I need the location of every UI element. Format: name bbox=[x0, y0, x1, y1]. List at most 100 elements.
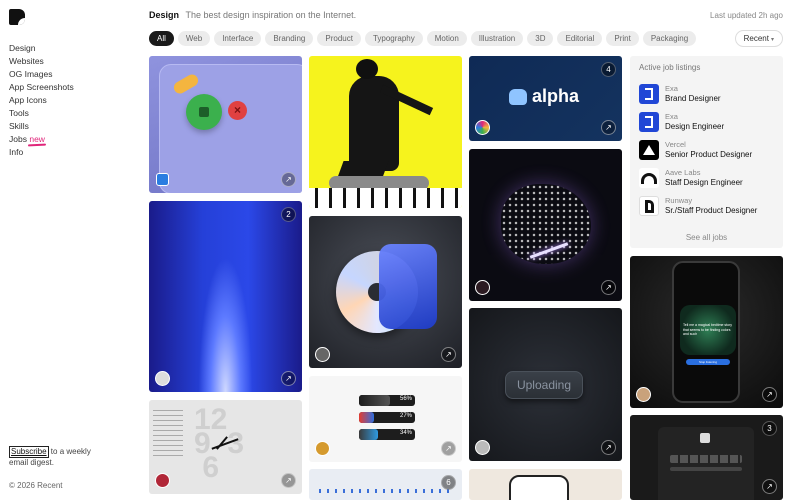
alpha-wordmark: alpha bbox=[532, 86, 580, 106]
card-phone-ai[interactable]: Tell me a magical bedtime story that see… bbox=[630, 256, 783, 408]
filter-chip-interface[interactable]: Interface bbox=[214, 31, 262, 46]
image-count-badge: 6 bbox=[441, 475, 456, 490]
arrow-up-right-icon[interactable]: ↗ bbox=[762, 387, 777, 402]
page-subtitle: The best design inspiration on the Inter… bbox=[185, 10, 357, 20]
sidebar-item-design[interactable]: Design bbox=[9, 42, 74, 55]
page-title: Design bbox=[149, 10, 180, 20]
sidebar-item-app-screenshots[interactable]: App Screenshots bbox=[9, 81, 74, 94]
see-all-jobs-link[interactable]: See all jobs bbox=[630, 233, 783, 242]
filter-chip-print[interactable]: Print bbox=[606, 31, 639, 46]
uploading-button: Uploading bbox=[505, 371, 583, 399]
new-badge: new bbox=[29, 134, 45, 144]
job-listing[interactable]: Exa Design Engineer bbox=[639, 111, 779, 133]
job-company: Vercel bbox=[665, 140, 686, 149]
card-alpha-brand[interactable]: alpha 4 ↗ bbox=[469, 56, 622, 141]
filter-chip-editorial[interactable]: Editorial bbox=[557, 31, 603, 46]
card-clock-ui[interactable]: 12 9 3 6 ↗ bbox=[149, 400, 302, 494]
avatar bbox=[475, 280, 490, 295]
image-icon bbox=[156, 173, 169, 186]
close-icon: × bbox=[228, 101, 247, 120]
progress-value: 27% bbox=[399, 413, 412, 419]
image-count-badge: 2 bbox=[281, 207, 296, 222]
arrow-up-right-icon[interactable]: ↗ bbox=[281, 172, 296, 187]
job-listings-panel: Active job listings Exa Brand Designer E… bbox=[630, 56, 783, 248]
progress-fill bbox=[359, 395, 391, 406]
card-skater-photo[interactable] bbox=[309, 56, 462, 208]
job-role: Brand Designer bbox=[665, 94, 721, 103]
sidebar-item-tools[interactable]: Tools bbox=[9, 107, 74, 120]
card-ui-blob-buttons[interactable]: × ↗ bbox=[149, 56, 302, 193]
arrow-up-right-icon[interactable]: ↗ bbox=[601, 280, 616, 295]
arrow-up-right-icon[interactable]: ↗ bbox=[762, 479, 777, 494]
image-count-badge: 4 bbox=[601, 62, 616, 77]
phone-screen bbox=[658, 427, 754, 500]
filter-chip-product[interactable]: Product bbox=[317, 31, 361, 46]
card-gradient-beam[interactable]: 2 ↗ bbox=[149, 201, 302, 392]
job-listing[interactable]: Vercel Senior Product Designer bbox=[639, 139, 779, 161]
runway-logo-icon bbox=[639, 196, 659, 216]
arrow-up-right-icon[interactable]: ↗ bbox=[441, 441, 456, 456]
sidebar-item-og-images[interactable]: OG Images bbox=[9, 68, 74, 81]
filter-chip-packaging[interactable]: Packaging bbox=[642, 31, 697, 46]
card-particle-sphere[interactable]: ↗ bbox=[469, 149, 622, 301]
arrow-up-right-icon[interactable]: ↗ bbox=[281, 371, 296, 386]
last-updated: Last updated 2h ago bbox=[710, 11, 783, 20]
avatar bbox=[475, 440, 490, 455]
filter-chip-typography[interactable]: Typography bbox=[364, 31, 423, 46]
sidebar-item-app-icons[interactable]: App Icons bbox=[9, 94, 74, 107]
subscribe-block: Subscribe to a weekly email digest. bbox=[9, 446, 109, 468]
vercel-logo-icon bbox=[639, 140, 659, 160]
chevron-down-icon: ▾ bbox=[770, 37, 774, 43]
card-uploading-button[interactable]: Uploading ↗ bbox=[469, 308, 622, 461]
job-company: Aave Labs bbox=[665, 168, 701, 177]
settings-panel bbox=[153, 406, 183, 456]
avatar bbox=[315, 347, 330, 362]
progress-row: 56% bbox=[359, 395, 415, 406]
timeline-track bbox=[319, 489, 449, 493]
arrow-up-right-icon[interactable]: ↗ bbox=[441, 347, 456, 362]
job-listing[interactable]: Exa Brand Designer bbox=[639, 83, 779, 105]
avatar bbox=[155, 371, 170, 386]
arrow-up-right-icon[interactable]: ↗ bbox=[281, 473, 296, 488]
card-phone-dark[interactable]: 3 ↗ bbox=[630, 415, 783, 500]
job-role: Senior Product Designer bbox=[665, 150, 753, 159]
sidebar-item-websites[interactable]: Websites bbox=[9, 55, 74, 68]
phone-frame: Tell me a magical bedtime story that see… bbox=[672, 261, 740, 403]
filter-chip-motion[interactable]: Motion bbox=[426, 31, 467, 46]
progress-row: 27% bbox=[359, 412, 415, 423]
card-progress-bars[interactable]: 56% 27% 34% ↗ bbox=[309, 376, 462, 462]
filter-bar: All Web Interface Branding Product Typog… bbox=[149, 31, 697, 46]
job-listings-heading: Active job listings bbox=[639, 63, 701, 72]
sidebar-nav: Design Websites OG Images App Screenshot… bbox=[9, 42, 74, 159]
arrow-up-right-icon[interactable]: ↗ bbox=[601, 120, 616, 135]
page-header: Design The best design inspiration on th… bbox=[149, 10, 356, 20]
copyright: © 2026 Recent bbox=[9, 481, 63, 490]
sidebar-item-info[interactable]: Info bbox=[9, 146, 74, 159]
sort-dropdown[interactable]: Recent ▾ bbox=[734, 30, 783, 47]
filter-chip-all[interactable]: All bbox=[149, 31, 174, 46]
filter-chip-branding[interactable]: Branding bbox=[265, 31, 314, 46]
image-count-badge: 3 bbox=[762, 421, 777, 436]
phone-frame bbox=[509, 475, 569, 500]
card-phone-shot[interactable] bbox=[469, 469, 622, 500]
filter-chip-web[interactable]: Web bbox=[177, 31, 211, 46]
progress-fill bbox=[359, 412, 375, 423]
recent-logo[interactable] bbox=[9, 9, 25, 25]
job-listing[interactable]: Runway Sr./Staff Product Designer bbox=[639, 195, 779, 217]
job-listing[interactable]: Aave Labs Staff Design Engineer bbox=[639, 167, 779, 189]
subscribe-button[interactable]: Subscribe bbox=[9, 446, 49, 458]
card-timeline-ui[interactable]: 6 bbox=[309, 469, 462, 500]
arrow-up-right-icon[interactable]: ↗ bbox=[601, 440, 616, 455]
progress-value: 56% bbox=[399, 396, 412, 402]
sidebar-item-skills[interactable]: Skills bbox=[9, 120, 74, 133]
filter-chip-3d[interactable]: 3D bbox=[527, 31, 554, 46]
music-note-icon bbox=[379, 244, 437, 329]
sidebar-item-jobs[interactable]: Jobs new bbox=[9, 133, 74, 146]
filter-chip-illustration[interactable]: Illustration bbox=[470, 31, 524, 46]
card-music-cd-3d[interactable]: ↗ bbox=[309, 216, 462, 368]
aave-logo-icon bbox=[639, 168, 659, 188]
job-role: Design Engineer bbox=[665, 122, 725, 131]
skater-head bbox=[356, 59, 378, 79]
ai-prompt-text: Tell me a magical bedtime story that see… bbox=[683, 323, 733, 336]
progress-value: 34% bbox=[399, 430, 412, 436]
